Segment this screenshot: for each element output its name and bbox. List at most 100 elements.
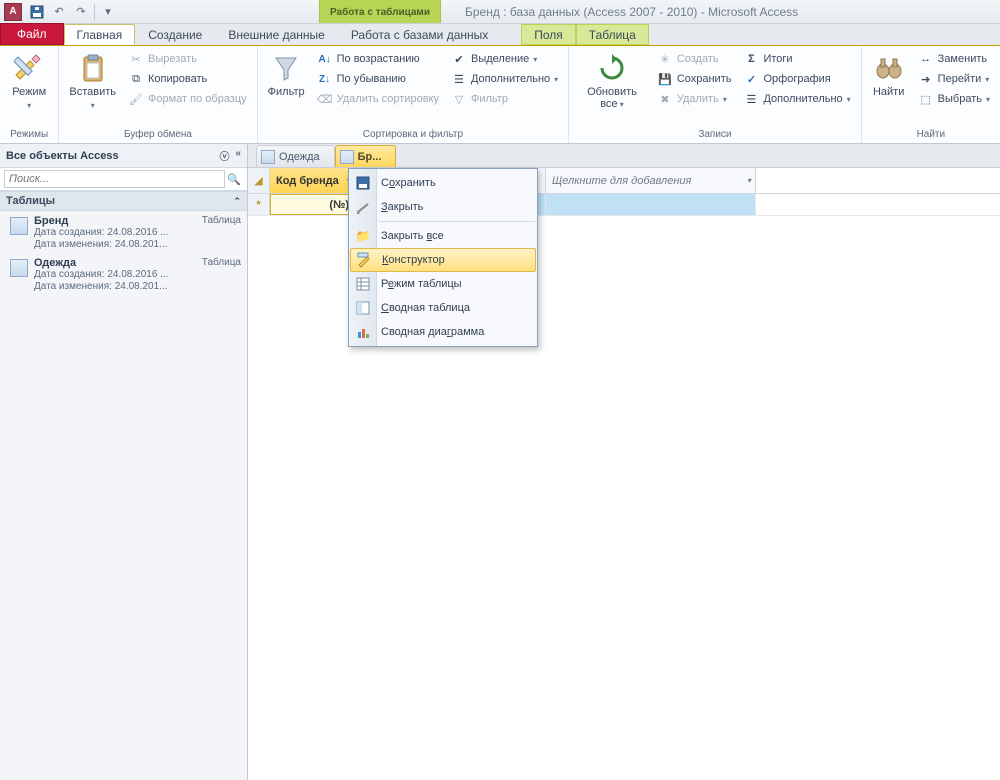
cursor-icon: ⬚: [918, 91, 934, 107]
qat-undo-icon[interactable]: ↶: [48, 2, 70, 22]
nav-item-type: Таблица: [202, 215, 241, 226]
nav-dropdown-icon[interactable]: ⓥ: [219, 148, 229, 163]
totals-button[interactable]: ΣИтоги: [739, 50, 854, 68]
find-button-label: Найти: [873, 86, 904, 98]
delete-record-button[interactable]: ✖Удалить: [653, 90, 736, 108]
row-selector-new[interactable]: *: [248, 194, 270, 215]
tab-table[interactable]: Таблица: [576, 24, 649, 45]
add-field-label: Щелкните для добавления: [552, 175, 691, 187]
copy-icon: ⧉: [128, 71, 144, 87]
pivot-table-icon: [354, 299, 372, 317]
tab-fields[interactable]: Поля: [521, 24, 576, 45]
ribbon-group-sortfilter-label: Сортировка и фильтр: [264, 127, 563, 143]
tab-home[interactable]: Главная: [64, 24, 136, 45]
format-painter-button[interactable]: 🖌Формат по образцу: [124, 90, 251, 108]
spelling-button[interactable]: ✓Орфография: [739, 70, 854, 88]
refresh-all-button[interactable]: Обновить все: [575, 50, 649, 113]
column-header-add-field[interactable]: Щелкните для добавления ▾: [546, 168, 756, 193]
datasheet-tab-brand[interactable]: Бр...: [335, 145, 397, 167]
goto-button[interactable]: ➔Перейти: [914, 70, 994, 88]
ctx-design-view[interactable]: Конструктор: [350, 248, 536, 272]
table-icon: [10, 259, 28, 277]
nav-header[interactable]: Все объекты Access ⓥ «: [0, 144, 247, 168]
qat-redo-icon[interactable]: ↷: [70, 2, 92, 22]
qat-save-icon[interactable]: [26, 2, 48, 22]
sort-ascending-button[interactable]: A↓По возрастанию: [313, 50, 443, 68]
new-record-button[interactable]: ✳Создать: [653, 50, 736, 68]
clear-sort-button[interactable]: ⌫Удалить сортировку: [313, 90, 443, 108]
mode-button-label: Режим: [10, 86, 48, 112]
cell-addnew[interactable]: [546, 194, 756, 215]
cut-button[interactable]: ✂Вырезать: [124, 50, 251, 68]
select-button[interactable]: ⬚Выбрать: [914, 90, 994, 108]
select-all-cell[interactable]: ◢: [248, 168, 270, 193]
paste-button-label: Вставить: [69, 86, 116, 112]
mode-button[interactable]: Режим: [6, 50, 52, 114]
selection-button[interactable]: ✔Выделение: [447, 50, 562, 68]
funnel-icon: [270, 52, 302, 84]
delete-icon: ✖: [657, 91, 673, 107]
nav-header-label: Все объекты Access: [6, 150, 119, 162]
nav-item-modified: Дата изменения: 24.08.201...: [34, 239, 241, 251]
sort-descending-button[interactable]: Z↓По убыванию: [313, 70, 443, 88]
nav-item-type: Таблица: [202, 257, 241, 268]
nav-category-label: Таблицы: [6, 195, 55, 207]
title-bar: A ↶ ↷ ▾ Работа с таблицами Бренд : база …: [0, 0, 1000, 24]
ctx-datasheet-view[interactable]: Режим таблицы: [349, 272, 537, 296]
more-icon: ☰: [743, 91, 759, 107]
save-small-icon: 💾: [657, 71, 673, 87]
save-record-button[interactable]: 💾Сохранить: [653, 70, 736, 88]
clear-sort-icon: ⌫: [317, 91, 333, 107]
cell-brand-id[interactable]: (№): [270, 194, 356, 215]
find-button[interactable]: Найти: [868, 50, 910, 100]
replace-button[interactable]: ↔Заменить: [914, 50, 994, 68]
sigma-icon: Σ: [743, 51, 759, 67]
ctx-close[interactable]: Закрыть: [349, 195, 537, 219]
datasheet-tab-clothes[interactable]: Одежда: [256, 145, 335, 167]
sort-desc-icon: Z↓: [317, 71, 333, 87]
nav-search-input[interactable]: [4, 170, 225, 188]
datasheet-icon: [354, 275, 372, 293]
records-more-button[interactable]: ☰Дополнительно: [739, 90, 854, 108]
chart-icon: [354, 323, 372, 341]
new-icon: ✳: [657, 51, 673, 67]
context-menu: Сохранить Закрыть 📁 Закрыть все Конструк…: [348, 168, 538, 347]
filter-button-label: Фильтр: [268, 86, 305, 98]
copy-button[interactable]: ⧉Копировать: [124, 70, 251, 88]
toggle-filter-button[interactable]: ▽Фильтр: [447, 90, 562, 108]
refresh-all-label: Обновить все: [579, 86, 645, 111]
nav-category-tables[interactable]: Таблицы ⌃: [0, 191, 247, 211]
paste-button[interactable]: Вставить: [65, 50, 120, 114]
ribbon-tab-row: Файл Главная Создание Внешние данные Раб…: [0, 24, 1000, 46]
nav-item-brand[interactable]: БрендТаблица Дата создания: 24.08.2016 .…: [0, 211, 247, 253]
tab-file[interactable]: Файл: [0, 23, 64, 45]
work-area: Все объекты Access ⓥ « 🔍 Таблицы ⌃ Бренд…: [0, 144, 1000, 780]
ribbon-group-records: Обновить все ✳Создать 💾Сохранить ✖Удалит…: [569, 46, 862, 143]
refresh-icon: [596, 52, 628, 84]
selection-icon: ✔: [451, 51, 467, 67]
nav-item-name: Бренд: [34, 215, 68, 227]
ctx-save[interactable]: Сохранить: [349, 171, 537, 195]
ribbon-group-find: Найти ↔Заменить ➔Перейти ⬚Выбрать Найти: [862, 46, 1000, 143]
advanced-button[interactable]: ☰Дополнительно: [447, 70, 562, 88]
datasheet-area: Одежда Бр... ◢ Код бренда ▾ Щелкните для…: [248, 144, 1000, 780]
ctx-pivot-table[interactable]: Сводная таблица: [349, 296, 537, 320]
column-dropdown-icon[interactable]: ▾: [747, 176, 751, 185]
table-icon: [340, 150, 354, 164]
column-header-brand-id[interactable]: Код бренда ▾: [270, 168, 356, 193]
contextual-tab-header: Работа с таблицами: [319, 0, 441, 23]
nav-item-clothes[interactable]: ОдеждаТаблица Дата создания: 24.08.2016 …: [0, 253, 247, 295]
tab-database-tools[interactable]: Работа с базами данных: [338, 24, 501, 45]
column-header-label: Код бренда: [276, 175, 339, 187]
replace-icon: ↔: [918, 51, 934, 67]
ctx-pivot-chart[interactable]: Сводная диаграмма: [349, 320, 537, 344]
tab-external-data[interactable]: Внешние данные: [215, 24, 338, 45]
qat-customize-icon[interactable]: ▾: [97, 2, 119, 22]
filter-button[interactable]: Фильтр: [264, 50, 309, 100]
search-icon[interactable]: 🔍: [225, 170, 243, 188]
navigation-pane: Все объекты Access ⓥ « 🔍 Таблицы ⌃ Бренд…: [0, 144, 248, 780]
ctx-close-all[interactable]: 📁 Закрыть все: [349, 224, 537, 248]
nav-collapse-icon[interactable]: «: [235, 148, 241, 163]
spellcheck-icon: ✓: [743, 71, 759, 87]
tab-create[interactable]: Создание: [135, 24, 215, 45]
